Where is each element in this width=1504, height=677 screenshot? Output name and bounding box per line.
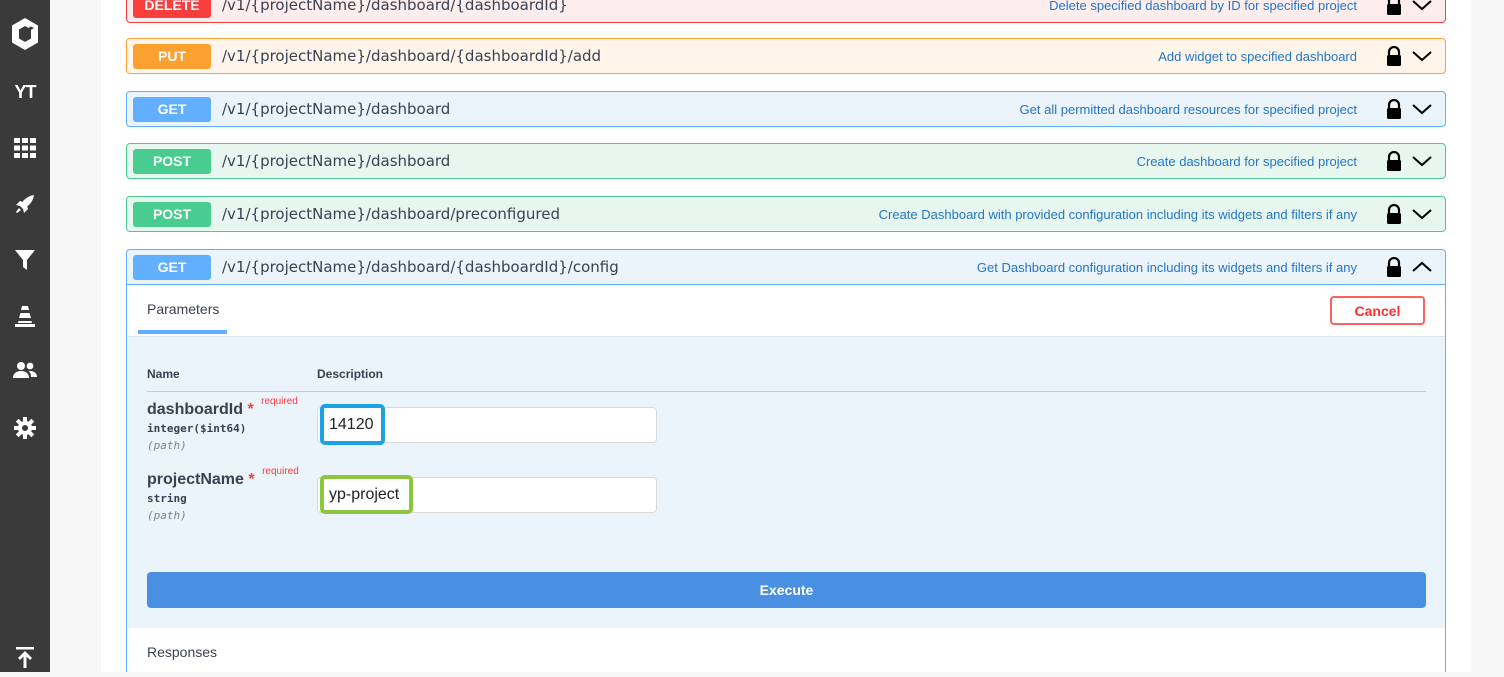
- operation-summary: Create dashboard for specified project: [1136, 153, 1357, 169]
- chevron-up-icon[interactable]: [1411, 260, 1433, 274]
- operation-get-config[interactable]: GET /v1/{projectName}/dashboard/{dashboa…: [126, 249, 1446, 285]
- filter-icon[interactable]: [0, 240, 50, 280]
- chevron-down-icon[interactable]: [1411, 154, 1433, 168]
- method-badge: PUT: [133, 43, 211, 69]
- param-location: (path): [147, 509, 187, 522]
- operation-post-preconfigured[interactable]: POST /v1/{projectName}/dashboard/preconf…: [126, 196, 1446, 232]
- gear-icon[interactable]: [0, 408, 50, 448]
- operation-path: /v1/{projectName}/dashboard: [222, 100, 451, 118]
- required-star: *: [247, 401, 254, 418]
- tab-bar: Parameters Cancel: [127, 285, 1445, 337]
- method-badge: GET: [133, 96, 211, 122]
- operation-delete-dashboard[interactable]: DELETE /v1/{projectName}/dashboard/{dash…: [126, 0, 1446, 23]
- operation-panel: Parameters Cancel Name Description dashb…: [126, 285, 1446, 672]
- method-badge: DELETE: [133, 0, 211, 18]
- operation-path: /v1/{projectName}/dashboard/{dashboardId…: [222, 258, 619, 276]
- cancel-button[interactable]: Cancel: [1330, 296, 1425, 325]
- lock-icon[interactable]: [1385, 0, 1403, 15]
- projectname-input[interactable]: [318, 478, 656, 512]
- operation-path: /v1/{projectName}/dashboard/{dashboardId…: [222, 47, 602, 65]
- dashboardid-input-box: [317, 407, 657, 443]
- rocket-icon[interactable]: [0, 184, 50, 224]
- operation-get-dashboards[interactable]: GET /v1/{projectName}/dashboard Get all …: [126, 91, 1446, 127]
- param-name-text: dashboardId: [147, 401, 244, 418]
- operation-summary: Add widget to specified dashboard: [1158, 48, 1357, 64]
- lock-icon[interactable]: [1385, 46, 1403, 66]
- chevron-down-icon[interactable]: [1411, 102, 1433, 116]
- operation-summary: Get Dashboard configuration including it…: [976, 259, 1357, 275]
- chevron-down-icon[interactable]: [1411, 49, 1433, 63]
- yt-text-icon[interactable]: YT: [0, 72, 50, 112]
- lock-icon[interactable]: [1385, 204, 1403, 224]
- param-location: (path): [147, 439, 187, 452]
- lock-icon[interactable]: [1385, 151, 1403, 171]
- chevron-down-icon[interactable]: [1411, 0, 1433, 12]
- dashboardid-input[interactable]: [318, 408, 656, 442]
- column-header-name: Name: [147, 367, 180, 381]
- method-badge: POST: [133, 201, 211, 227]
- required-label: required: [261, 396, 298, 407]
- chevron-down-icon[interactable]: [1411, 207, 1433, 221]
- operation-path: /v1/{projectName}/dashboard: [222, 152, 451, 170]
- param-name-projectname: projectName * required: [147, 466, 299, 489]
- lock-icon[interactable]: [1385, 257, 1403, 277]
- execute-button[interactable]: Execute: [147, 572, 1426, 608]
- required-star: *: [248, 471, 255, 488]
- operation-put-add-widget[interactable]: PUT /v1/{projectName}/dashboard/{dashboa…: [126, 38, 1446, 74]
- operation-path: /v1/{projectName}/dashboard/{dashboardId…: [222, 0, 568, 14]
- method-badge: GET: [133, 254, 211, 280]
- operation-path: /v1/{projectName}/dashboard/preconfigure…: [222, 205, 560, 223]
- responses-title: Responses: [147, 644, 218, 660]
- logo-icon[interactable]: [0, 14, 50, 54]
- grid-icon[interactable]: [0, 128, 50, 168]
- operation-summary: Create Dashboard with provided configura…: [878, 206, 1357, 222]
- param-name-text: projectName: [147, 471, 244, 488]
- projectname-input-box: [317, 477, 657, 513]
- tab-underline: [138, 330, 227, 334]
- operation-summary: Delete specified dashboard by ID for spe…: [1049, 0, 1357, 13]
- required-label: required: [262, 466, 299, 477]
- operation-post-dashboard[interactable]: POST /v1/{projectName}/dashboard Create …: [126, 143, 1446, 179]
- cone-icon[interactable]: [0, 296, 50, 336]
- scroll-top-icon[interactable]: [0, 637, 50, 677]
- operation-summary: Get all permitted dashboard resources fo…: [1019, 101, 1357, 117]
- tab-parameters[interactable]: Parameters: [147, 301, 219, 317]
- param-name-dashboardid: dashboardId * required: [147, 396, 298, 419]
- header-divider: [147, 391, 1426, 392]
- param-type: string: [147, 492, 187, 505]
- sidebar: YT: [0, 0, 50, 672]
- column-header-description: Description: [317, 367, 384, 381]
- param-type: integer($int64): [147, 422, 247, 435]
- responses-section: Responses: [127, 628, 1445, 672]
- people-icon[interactable]: [0, 350, 50, 390]
- method-badge: POST: [133, 148, 211, 174]
- yt-label: YT: [14, 81, 36, 102]
- lock-icon[interactable]: [1385, 99, 1403, 119]
